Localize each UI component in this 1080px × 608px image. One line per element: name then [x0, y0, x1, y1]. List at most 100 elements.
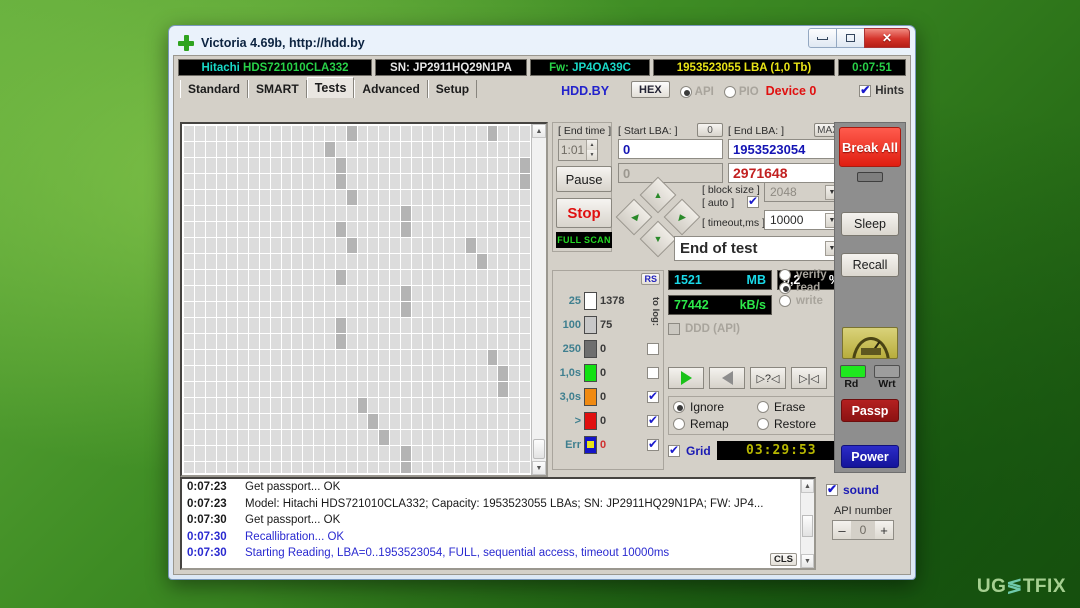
- end-lba-label: [ End LBA: ]: [728, 125, 785, 137]
- ignore-radio[interactable]: Ignore: [673, 400, 757, 414]
- green-cross-icon: [178, 34, 194, 51]
- remap-radio-icon: [673, 418, 685, 430]
- scan-unknown-icon: ▷?◁: [756, 372, 780, 385]
- pause-button[interactable]: Pause: [556, 166, 612, 192]
- block-timing-stats: RS to log: 2513781007525001,0s03,0s0>0Er…: [552, 270, 664, 470]
- stat-to-log-checkbox[interactable]: [647, 389, 659, 403]
- map-scroll-down-icon[interactable]: ▼: [532, 461, 546, 475]
- sleep-button[interactable]: Sleep: [841, 212, 899, 236]
- device-capacity-display: 1953523055 LBA (1,0 Tb): [653, 59, 835, 76]
- stat-row: 250 0: [553, 337, 663, 361]
- scan-grid[interactable]: [184, 126, 530, 473]
- arrow-up-icon: ▲: [653, 189, 663, 200]
- break-all-button[interactable]: Break All: [839, 127, 901, 167]
- log-time: 0:07:23: [187, 497, 227, 510]
- activity-leds: [835, 365, 905, 378]
- to-log-label: to log:: [650, 297, 661, 327]
- stat-threshold: Err: [565, 439, 581, 451]
- timeout-value: 10000: [770, 213, 804, 227]
- remap-radio[interactable]: Remap: [673, 417, 757, 431]
- read-led: [840, 365, 866, 378]
- api-number-stepper[interactable]: – 0 +: [832, 520, 894, 540]
- timeout-select[interactable]: 10000 ▼: [764, 210, 842, 230]
- stat-to-log-checkbox[interactable]: [647, 367, 659, 379]
- tab-tests[interactable]: Tests: [306, 77, 355, 98]
- power-button[interactable]: Power: [841, 445, 899, 468]
- play-button[interactable]: [668, 367, 704, 389]
- tab-advanced[interactable]: Advanced: [354, 80, 428, 98]
- tab-setup[interactable]: Setup: [427, 80, 478, 98]
- log-panel[interactable]: 0:07:23 Get passport... OK 0:07:23 Model: H…: [180, 477, 816, 570]
- minimize-button[interactable]: [808, 28, 837, 48]
- block-size-select[interactable]: 2048 ▼: [764, 182, 842, 202]
- grid-check-icon[interactable]: [668, 443, 680, 457]
- log-scroll-down-icon[interactable]: ▼: [801, 554, 814, 568]
- arrow-down-icon: ▼: [653, 233, 663, 244]
- clear-log-button[interactable]: CLS: [770, 553, 797, 566]
- end-lba-input[interactable]: 1953523054: [728, 139, 842, 159]
- ddd-checkbox[interactable]: DDD (API): [668, 323, 846, 335]
- auto-block-size-checkbox[interactable]: [747, 194, 759, 208]
- api-mode-radio[interactable]: API: [679, 86, 714, 98]
- minimize-icon: [817, 36, 828, 40]
- sound-checkbox[interactable]: sound: [820, 477, 906, 497]
- hints-checkbox[interactable]: Hints: [859, 83, 904, 97]
- stop-button[interactable]: Stop: [556, 198, 612, 228]
- start-lba-zero-button[interactable]: 0: [697, 123, 723, 137]
- end-time-arrows[interactable]: ▲ ▼: [586, 140, 597, 160]
- stat-to-log-checkbox[interactable]: [647, 413, 659, 427]
- hex-button[interactable]: HEX: [631, 81, 670, 98]
- dpad-down-button[interactable]: ▼: [639, 220, 677, 258]
- map-scroll-thumb[interactable]: [533, 439, 545, 459]
- sound-panel: sound API number – 0 +: [820, 477, 906, 570]
- skip-end-button[interactable]: ▷|◁: [791, 367, 827, 389]
- map-scrollbar[interactable]: ▲ ▼: [531, 124, 546, 475]
- restore-radio[interactable]: Restore: [757, 417, 841, 431]
- rewind-button[interactable]: [709, 367, 745, 389]
- surface-scan-map[interactable]: ▲ ▼: [180, 122, 548, 477]
- app-client-area: Hitachi HDS721010CLA332 SN: JP2911HQ29N1…: [173, 55, 911, 575]
- log-time: 0:07:30: [187, 514, 227, 526]
- maximize-button[interactable]: [836, 28, 865, 48]
- api-number-decrement[interactable]: –: [833, 521, 851, 539]
- dpad-right-button[interactable]: ▶: [663, 198, 701, 236]
- close-button[interactable]: ✕: [864, 28, 910, 48]
- log-scrollbar[interactable]: ▲ ▼: [800, 479, 814, 568]
- map-scroll-up-icon[interactable]: ▲: [532, 124, 546, 138]
- stat-to-log-checkbox[interactable]: [647, 343, 659, 355]
- passport-button[interactable]: Passp: [841, 399, 899, 422]
- rate-display: 77442 kB/s: [668, 295, 772, 315]
- stat-to-log-checkbox[interactable]: [647, 437, 659, 451]
- stat-color-swatch: [584, 292, 597, 310]
- ignore-radio-icon: [673, 401, 685, 413]
- title-bar[interactable]: Victoria 4.69b, http://hdd.by ✕: [172, 28, 912, 56]
- write-led: [874, 365, 900, 378]
- log-scroll-up-icon[interactable]: ▲: [801, 479, 814, 493]
- start-lba-input[interactable]: 0: [618, 139, 723, 159]
- restore-radio-icon: [757, 418, 769, 430]
- end-time-stepper[interactable]: 1:01 ▲ ▼: [558, 139, 598, 161]
- countdown-display: 03:29:53: [716, 441, 846, 460]
- scan-unknown-button[interactable]: ▷?◁: [750, 367, 786, 389]
- api-number-increment[interactable]: +: [875, 521, 893, 539]
- tab-smart[interactable]: SMART: [248, 80, 307, 98]
- pio-mode-radio[interactable]: PIO: [723, 86, 759, 98]
- end-of-test-select[interactable]: End of test ▼: [674, 236, 842, 261]
- stat-color-swatch: [584, 340, 597, 358]
- device-firmware-display: Fw: JP4OA39C: [530, 59, 650, 76]
- arrow-right-icon: ▶: [678, 211, 686, 222]
- stat-count: 1378: [600, 295, 625, 307]
- end-time-value: 1:01: [560, 143, 585, 157]
- log-scroll-thumb[interactable]: [802, 515, 813, 537]
- hddby-link[interactable]: HDD.BY: [561, 84, 609, 98]
- block-size-value: 2048: [770, 185, 797, 199]
- arrow-left-icon: ◀: [630, 211, 638, 222]
- stat-threshold: >: [574, 415, 581, 427]
- tab-standard[interactable]: Standard: [180, 80, 249, 98]
- end-of-test-value: End of test: [680, 240, 758, 257]
- rs-button[interactable]: RS: [641, 273, 660, 285]
- stat-row: 3,0s 0: [553, 385, 663, 409]
- log-text: Starting Reading, LBA=0..1953523054, FUL…: [245, 547, 670, 559]
- erase-radio[interactable]: Erase: [757, 400, 841, 414]
- recall-button[interactable]: Recall: [841, 253, 899, 277]
